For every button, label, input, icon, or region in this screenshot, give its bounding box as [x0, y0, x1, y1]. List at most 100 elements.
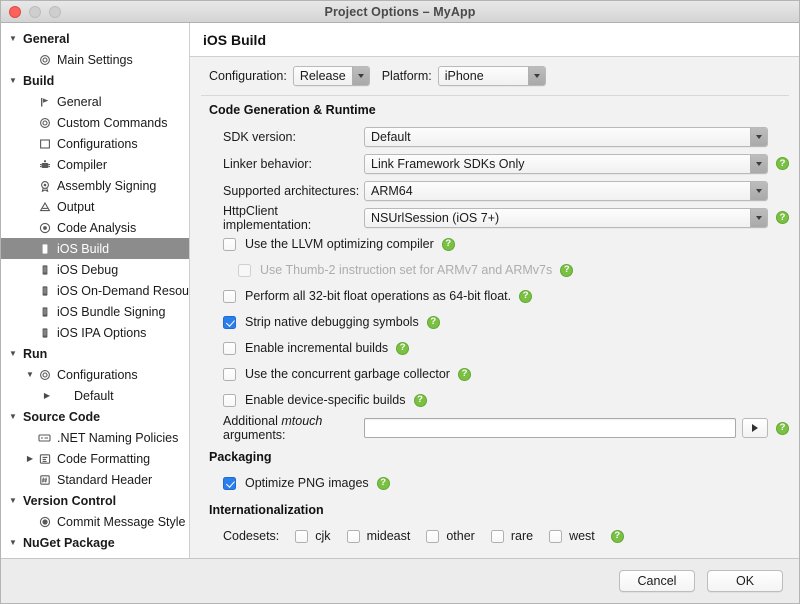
triangle-icon [36, 201, 53, 213]
maximize-button-icon[interactable] [49, 6, 61, 18]
checkbox-strip-native-debugging-symbols[interactable] [223, 316, 236, 329]
naming-icon [36, 432, 53, 444]
sidebar-item-ios-debug[interactable]: ▼iOS Debug [1, 259, 189, 280]
chevron-down-icon[interactable]: ▼ [7, 497, 19, 505]
sidebar-item-source-code[interactable]: ▼Source Code [1, 406, 189, 427]
checkbox-enable-incremental-builds[interactable] [223, 342, 236, 355]
configuration-value: Release [294, 67, 352, 85]
supported-architectures-dropdown[interactable]: ARM64 [364, 181, 768, 201]
help-icon[interactable]: ? [776, 422, 789, 435]
sidebar-item-default[interactable]: ▶Default [1, 385, 189, 406]
checkbox-label: Enable incremental builds [236, 341, 388, 355]
mtouch-arguments-input[interactable] [364, 418, 736, 438]
checkbox-row-perform-all-32-bit-float-operations-as-64-bi: Perform all 32-bit float operations as 6… [201, 283, 789, 309]
sidebar-item-configurations[interactable]: ▼Configurations [1, 364, 189, 385]
panel-header: iOS Build [190, 23, 799, 57]
sidebar-item-configurations[interactable]: ▼Configurations [1, 133, 189, 154]
device-icon [36, 264, 53, 276]
sidebar-item-code-formatting[interactable]: ▶Code Formatting [1, 448, 189, 469]
sidebar-item-ios-ipa-options[interactable]: ▼iOS IPA Options [1, 322, 189, 343]
help-icon[interactable]: ? [377, 477, 390, 490]
section-heading-code-generation: Code Generation & Runtime [201, 96, 789, 123]
checkbox-enable-device-specific-builds[interactable] [223, 394, 236, 407]
mtouch-label-em: mtouch [281, 414, 322, 428]
disclosure-spacer: ▼ [24, 98, 36, 106]
sidebar-item-assembly-signing[interactable]: ▼Assembly Signing [1, 175, 189, 196]
checkbox-use-the-llvm-optimizing-compiler[interactable] [223, 238, 236, 251]
sidebar-item-general[interactable]: ▼General [1, 28, 189, 49]
sidebar-item-nuget-package[interactable]: ▼NuGet Package [1, 532, 189, 553]
checkbox-codeset-west[interactable] [549, 530, 562, 543]
help-icon[interactable]: ? [442, 238, 455, 251]
sdk-version-dropdown[interactable]: Default [364, 127, 768, 147]
chevron-down-icon[interactable]: ▼ [7, 77, 19, 85]
checkbox-label: Use the LLVM optimizing compiler [236, 237, 434, 251]
chevron-down-icon[interactable]: ▼ [24, 371, 36, 379]
format-icon [36, 453, 53, 465]
sidebar-item-build[interactable]: ▼Build [1, 70, 189, 91]
chevron-down-icon[interactable]: ▼ [7, 35, 19, 43]
sidebar-item-net-naming-policies[interactable]: ▼.NET Naming Policies [1, 427, 189, 448]
checkbox-row-use-the-concurrent-garbage-collector: Use the concurrent garbage collector? [201, 361, 789, 387]
sidebar-item-ios-bundle-signing[interactable]: ▼iOS Bundle Signing [1, 301, 189, 322]
help-icon[interactable]: ? [427, 316, 440, 329]
configuration-dropdown[interactable]: Release [293, 66, 370, 86]
linker-behavior-dropdown[interactable]: Link Framework SDKs Only [364, 154, 768, 174]
help-icon[interactable]: ? [519, 290, 532, 303]
checkbox-label: Optimize PNG images [236, 476, 369, 490]
checkbox-codeset-rare[interactable] [491, 530, 504, 543]
checkbox-codeset-mideast[interactable] [347, 530, 360, 543]
sidebar-item-compiler[interactable]: ▼Compiler [1, 154, 189, 175]
sidebar-item-commit-message-style[interactable]: ▼Commit Message Style [1, 511, 189, 532]
sidebar-item-label: iOS Build [53, 242, 109, 256]
help-icon[interactable]: ? [396, 342, 409, 355]
ok-button[interactable]: OK [707, 570, 783, 592]
httpclient-implementation-dropdown[interactable]: NSUrlSession (iOS 7+) [364, 208, 768, 228]
window-body: ▼General▼Main Settings▼Build▼General▼Cus… [1, 23, 799, 558]
sidebar-item-label: General [19, 32, 70, 46]
checkbox-perform-all-32-bit-float-operations-as-64-bi[interactable] [223, 290, 236, 303]
sidebar-item-output[interactable]: ▼Output [1, 196, 189, 217]
sidebar-item-label: Run [19, 347, 47, 361]
chevron-down-icon[interactable]: ▼ [7, 413, 19, 421]
minimize-button-icon[interactable] [29, 6, 41, 18]
checkbox-codeset-other[interactable] [426, 530, 439, 543]
help-icon[interactable]: ? [776, 211, 789, 224]
settings-sidebar[interactable]: ▼General▼Main Settings▼Build▼General▼Cus… [1, 23, 190, 558]
title-bar: Project Options – MyApp [1, 1, 799, 23]
chevron-down-icon[interactable]: ▼ [7, 350, 19, 358]
chevron-right-icon[interactable]: ▶ [41, 392, 53, 400]
platform-dropdown[interactable]: iPhone [438, 66, 546, 86]
chevron-right-icon[interactable]: ▶ [24, 455, 36, 463]
help-icon[interactable]: ? [458, 368, 471, 381]
sidebar-item-label: iOS IPA Options [53, 326, 146, 340]
sidebar-item-label: NuGet Package [19, 536, 115, 550]
sidebar-item-general[interactable]: ▼General [1, 91, 189, 112]
close-button-icon[interactable] [9, 6, 21, 18]
sidebar-item-custom-commands[interactable]: ▼Custom Commands [1, 112, 189, 133]
sidebar-item-code-analysis[interactable]: ▼Code Analysis [1, 217, 189, 238]
mtouch-expand-button[interactable] [742, 418, 768, 438]
sidebar-item-version-control[interactable]: ▼Version Control [1, 490, 189, 511]
help-icon[interactable]: ? [776, 157, 789, 170]
checkbox-label: Strip native debugging symbols [236, 315, 419, 329]
checkbox-codeset-cjk[interactable] [295, 530, 308, 543]
sidebar-item-ios-on-demand-resources[interactable]: ▼iOS On-Demand Resources [1, 280, 189, 301]
help-icon[interactable]: ? [414, 394, 427, 407]
checkbox-use-the-concurrent-garbage-collector[interactable] [223, 368, 236, 381]
disclosure-spacer: ▼ [24, 245, 36, 253]
sidebar-item-main-settings[interactable]: ▼Main Settings [1, 49, 189, 70]
sdk-version-label: SDK version: [209, 130, 364, 144]
disclosure-spacer: ▼ [24, 203, 36, 211]
sidebar-item-label: Standard Header [53, 473, 152, 487]
target2-icon [36, 516, 53, 528]
sidebar-item-standard-header[interactable]: ▼Standard Header [1, 469, 189, 490]
sidebar-item-ios-build[interactable]: ▼ iOS Build [1, 238, 189, 259]
checkbox-optimize-png-images[interactable] [223, 477, 236, 490]
codeset-mideast: mideast [347, 529, 411, 543]
cancel-button[interactable]: Cancel [619, 570, 695, 592]
help-icon[interactable]: ? [611, 530, 624, 543]
help-icon[interactable]: ? [560, 264, 573, 277]
sidebar-item-run[interactable]: ▼Run [1, 343, 189, 364]
chevron-down-icon[interactable]: ▼ [7, 539, 19, 547]
